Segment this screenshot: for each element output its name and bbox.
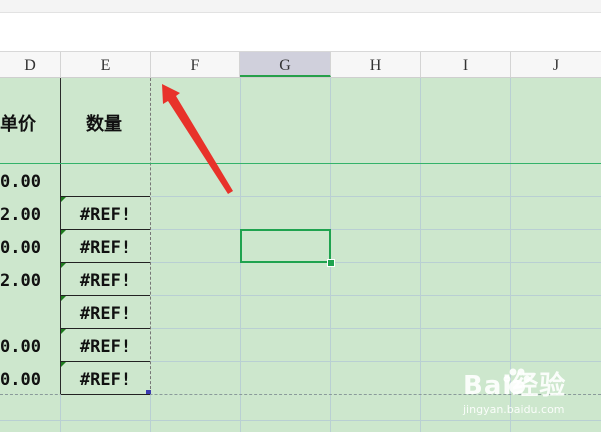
watermark: Bai经验 jingyan.baidu.com — [455, 365, 595, 420]
arrow-icon — [162, 84, 233, 194]
watermark-brand: Bai经验 — [463, 371, 567, 401]
watermark-url: jingyan.baidu.com — [463, 403, 565, 416]
